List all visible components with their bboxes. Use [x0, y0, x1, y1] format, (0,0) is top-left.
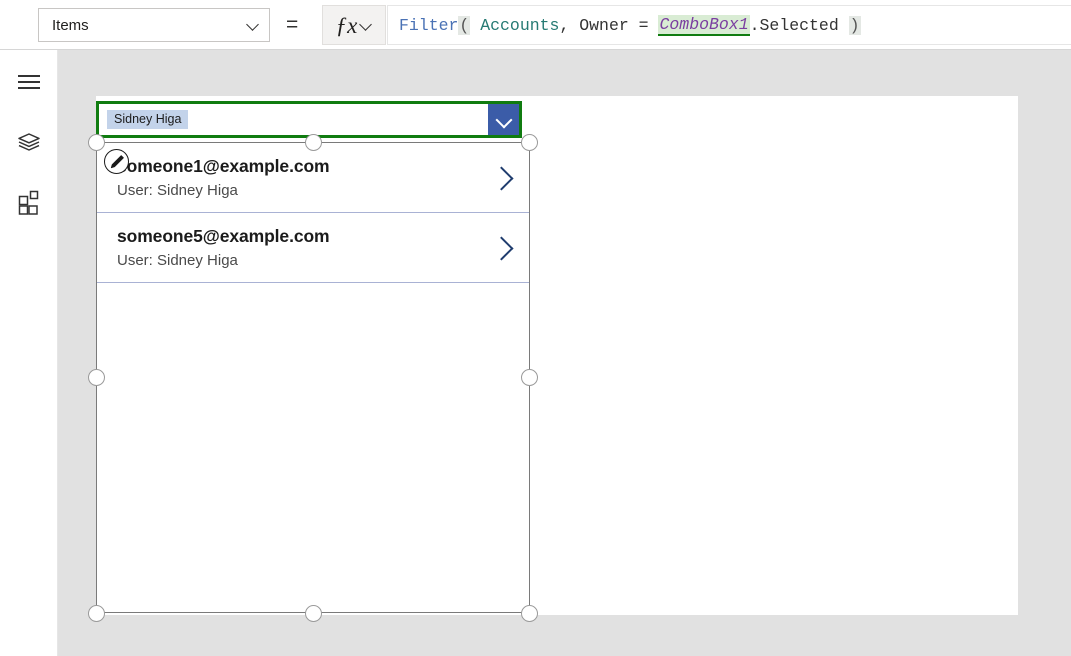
chevron-down-icon: [497, 113, 511, 127]
insert-icon: [18, 190, 38, 215]
chevron-right-icon[interactable]: [491, 165, 513, 191]
handle-middle-left[interactable]: [88, 369, 105, 386]
combobox-selected-chip: Sidney Higa: [107, 109, 189, 130]
tree-view-icon: [17, 133, 40, 151]
formula-token-table: Accounts: [470, 15, 560, 35]
pencil-glyph: [110, 154, 124, 168]
handle-bottom-center[interactable]: [305, 605, 322, 622]
gallery-row[interactable]: someone5@example.com User: Sidney Higa: [97, 213, 529, 283]
handle-bottom-right[interactable]: [521, 605, 538, 622]
combobox-control[interactable]: Sidney Higa: [96, 101, 522, 138]
gallery-row-title: someone5@example.com: [117, 226, 330, 246]
left-rail: [0, 50, 58, 656]
property-select[interactable]: Items: [38, 8, 270, 42]
powerapps-studio-window: Items = ƒx Filter( Accounts, Owner = Com…: [0, 0, 1071, 656]
chevron-right-icon[interactable]: [491, 235, 513, 261]
handle-top-center[interactable]: [305, 134, 322, 151]
handle-bottom-left[interactable]: [88, 605, 105, 622]
formula-token-property: .Selected: [749, 15, 849, 35]
property-select-value: Items: [52, 16, 89, 34]
gallery-row[interactable]: someone1@example.com User: Sidney Higa: [97, 143, 529, 213]
formula-token-control: ComboBox1: [658, 14, 750, 36]
formula-token-close-paren: ): [848, 15, 861, 35]
rail-item-tree-view[interactable]: [0, 120, 57, 164]
handle-top-left[interactable]: [88, 134, 105, 151]
formula-bar: Items = ƒx Filter( Accounts, Owner = Com…: [0, 0, 1071, 50]
gallery-row-subtitle: User: Sidney Higa: [117, 182, 238, 199]
chevron-down-icon: [247, 19, 259, 31]
gallery-control[interactable]: someone1@example.com User: Sidney Higa s…: [96, 142, 530, 613]
formula-input[interactable]: Filter( Accounts, Owner = ComboBox1 .Sele…: [387, 5, 1071, 45]
formula-token-args: , Owner =: [559, 15, 659, 35]
handle-middle-right[interactable]: [521, 369, 538, 386]
rail-item-insert[interactable]: [0, 180, 57, 224]
combobox-toggle-button[interactable]: [488, 104, 519, 135]
formula-token-function: Filter: [399, 15, 459, 35]
formula-token-open-paren: (: [458, 15, 471, 35]
menu-icon: [17, 75, 40, 89]
gallery-row-subtitle: User: Sidney Higa: [117, 252, 238, 269]
pencil-edit-icon[interactable]: [104, 149, 129, 174]
equals-sign: =: [286, 13, 299, 36]
gallery-row-title: someone1@example.com: [117, 156, 330, 176]
fx-button[interactable]: ƒx: [322, 5, 386, 45]
handle-top-right[interactable]: [521, 134, 538, 151]
rail-item-menu[interactable]: [0, 60, 57, 104]
chevron-down-icon: [360, 19, 372, 31]
fx-icon: ƒx: [335, 12, 358, 38]
